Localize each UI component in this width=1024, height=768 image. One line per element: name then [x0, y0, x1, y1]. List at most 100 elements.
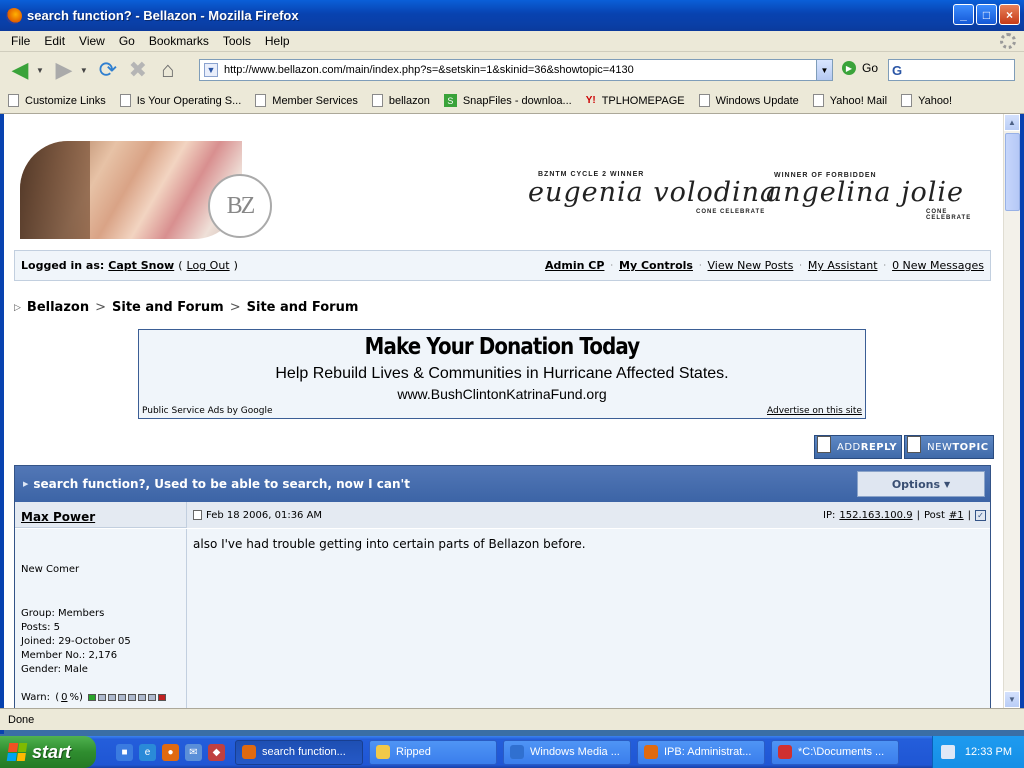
warn-paren-open: ( — [52, 692, 60, 703]
post-number-link[interactable]: #1 — [949, 510, 964, 521]
options-label: Options — [891, 477, 941, 491]
add-reply-button[interactable]: ADD REPLY — [814, 435, 903, 459]
taskbar-firefox-window[interactable]: search function... — [235, 739, 363, 765]
media-app-icon[interactable]: ◆ — [208, 743, 225, 761]
new-topic-button[interactable]: NEW TOPIC — [904, 435, 994, 459]
bookmark-customize-links[interactable]: Customize Links — [8, 94, 106, 107]
bookmark-member-services[interactable]: Member Services — [255, 94, 358, 107]
view-new-posts-link[interactable]: View New Posts — [708, 259, 794, 272]
back-button[interactable]: ◀ — [6, 56, 34, 84]
reload-button[interactable]: ⟳ — [94, 56, 122, 84]
warn-increase-icon[interactable] — [158, 694, 167, 701]
warn-bar-segment — [108, 694, 117, 701]
url-history-dropdown[interactable]: ▼ — [816, 60, 832, 80]
system-tray: 12:33 PM — [932, 736, 1024, 768]
taskbar-item-label: search function... — [262, 746, 346, 758]
taskbar-windows-media[interactable]: Windows Media ... — [503, 739, 631, 765]
url-bar[interactable]: ▼ http://www.bellazon.com/main/index.php… — [199, 59, 833, 81]
home-button[interactable]: ⌂ — [154, 56, 182, 84]
author-group: Group: Members — [21, 608, 105, 619]
menu-help[interactable]: Help — [258, 34, 297, 48]
menu-edit[interactable]: Edit — [37, 34, 72, 48]
author-rank: New Comer — [21, 564, 80, 575]
firefox-icon[interactable]: ● — [162, 743, 179, 761]
post-author-link[interactable]: Max Power — [21, 510, 95, 524]
windows-taskbar: start ■ e ● ✉ ◆ search function... Rippe… — [0, 736, 1024, 768]
stop-button[interactable]: ✖ — [124, 56, 152, 84]
bellazon-logo[interactable]: BZ — [208, 174, 272, 238]
warn-value-link[interactable]: 0 — [61, 692, 67, 703]
bookmark-label: Yahoo! — [918, 94, 953, 107]
menu-tools[interactable]: Tools — [216, 34, 258, 48]
bookmark-yahoo[interactable]: Yahoo! — [901, 94, 952, 107]
minimize-button[interactable]: _ — [953, 4, 974, 25]
advertise-link[interactable]: Advertise on this site — [767, 406, 862, 416]
bookmark-label: Customize Links — [25, 94, 106, 107]
taskbar-ripped-folder[interactable]: Ripped — [369, 739, 497, 765]
volume-icon[interactable] — [940, 745, 955, 759]
bookmark-tplhomepage[interactable]: Y! TPLHOMEPAGE — [586, 95, 685, 107]
bookmark-bellazon[interactable]: bellazon — [371, 94, 430, 107]
search-input[interactable]: G — [888, 59, 1015, 81]
taskbar-documents-file[interactable]: *C:\Documents ... — [771, 739, 899, 765]
menu-go[interactable]: Go — [112, 34, 142, 48]
donation-ad[interactable]: Make Your Donation Today Help Rebuild Li… — [138, 329, 866, 419]
clock[interactable]: 12:33 PM — [965, 746, 1012, 758]
post-select-checkbox[interactable]: ✓ — [975, 509, 986, 521]
my-controls-link[interactable]: My Controls — [619, 259, 693, 272]
new-messages-link[interactable]: 0 New Messages — [892, 259, 984, 272]
scroll-up-arrow-icon[interactable]: ▲ — [1004, 114, 1020, 131]
scroll-thumb[interactable] — [1005, 133, 1020, 211]
warn-decrease-icon[interactable] — [88, 694, 97, 701]
bookmark-yahoo-mail[interactable]: Yahoo! Mail — [812, 94, 887, 107]
forward-history-dropdown[interactable]: ▼ — [80, 66, 88, 75]
post-body: also I've had trouble getting into certa… — [186, 529, 990, 708]
taskbar-item-label: Ripped — [396, 746, 431, 758]
username-link[interactable]: Capt Snow — [108, 259, 174, 272]
menu-view[interactable]: View — [72, 34, 112, 48]
breadcrumb-site-and-forum-sub[interactable]: Site and Forum — [247, 300, 359, 315]
menu-bookmarks[interactable]: Bookmarks — [142, 34, 216, 48]
ip-link[interactable]: 152.163.100.9 — [839, 510, 912, 521]
ad-url[interactable]: www.BushClintonKatrinaFund.org — [139, 386, 865, 402]
start-button[interactable]: start — [0, 736, 96, 768]
options-dropdown[interactable]: Options ▼ — [857, 471, 985, 497]
url-text[interactable]: http://www.bellazon.com/main/index.php?s… — [224, 64, 816, 76]
topic-table: ▶ search function?, Used to be able to s… — [14, 465, 991, 708]
bookmark-operating-system[interactable]: Is Your Operating S... — [119, 94, 242, 107]
scroll-down-arrow-icon[interactable]: ▼ — [1004, 691, 1020, 708]
ad-headline[interactable]: Make Your Donation Today — [190, 334, 814, 360]
ad-google-note[interactable]: Public Service Ads by Google — [142, 406, 273, 416]
back-history-dropdown[interactable]: ▼ — [36, 66, 44, 75]
taskbar-ipb-admin[interactable]: IPB: Administrat... — [637, 739, 765, 765]
close-button[interactable]: × — [999, 4, 1020, 25]
forward-button[interactable]: ▶ — [50, 56, 78, 84]
bookmark-snapfiles[interactable]: S SnapFiles - downloa... — [443, 94, 572, 107]
my-assistant-link[interactable]: My Assistant — [808, 259, 878, 272]
outlook-express-icon[interactable]: ✉ — [185, 743, 202, 761]
header-banner-signatures: BZNTM CYCLE 2 WINNER eugenia volodina CO… — [526, 167, 988, 227]
separator-dot: · — [883, 261, 887, 270]
show-desktop-icon[interactable]: ■ — [116, 743, 133, 761]
start-label: start — [32, 741, 72, 762]
menu-file[interactable]: File — [4, 34, 37, 48]
page-scrollbar[interactable]: ▲ ▼ — [1003, 114, 1020, 708]
ad-subline[interactable]: Help Rebuild Lives & Communities in Hurr… — [139, 365, 865, 383]
logout-link[interactable]: Log Out — [187, 259, 230, 272]
breadcrumb-bellazon[interactable]: Bellazon — [27, 300, 89, 315]
admin-cp-link[interactable]: Admin CP — [545, 259, 604, 272]
bookmark-label: Is Your Operating S... — [136, 94, 242, 107]
add-reply-bold: REPLY — [860, 441, 898, 453]
go-button[interactable]: ▶ Go — [842, 61, 878, 75]
firefox-icon — [6, 7, 22, 24]
warn-bar-segment — [118, 694, 127, 701]
author-posts: Posts: 5 — [21, 622, 61, 633]
google-icon[interactable]: G — [892, 63, 902, 78]
bookmark-windows-update[interactable]: Windows Update — [698, 94, 799, 107]
post-text: also I've had trouble getting into certa… — [193, 537, 586, 551]
post-author-sidebar: New Comer Group: Members Posts: 5 Joined… — [15, 529, 186, 708]
breadcrumb-site-and-forum[interactable]: Site and Forum — [112, 300, 224, 315]
internet-explorer-icon[interactable]: e — [139, 743, 156, 761]
maximize-button[interactable]: □ — [976, 4, 997, 25]
warn-label: Warn: — [21, 692, 51, 703]
